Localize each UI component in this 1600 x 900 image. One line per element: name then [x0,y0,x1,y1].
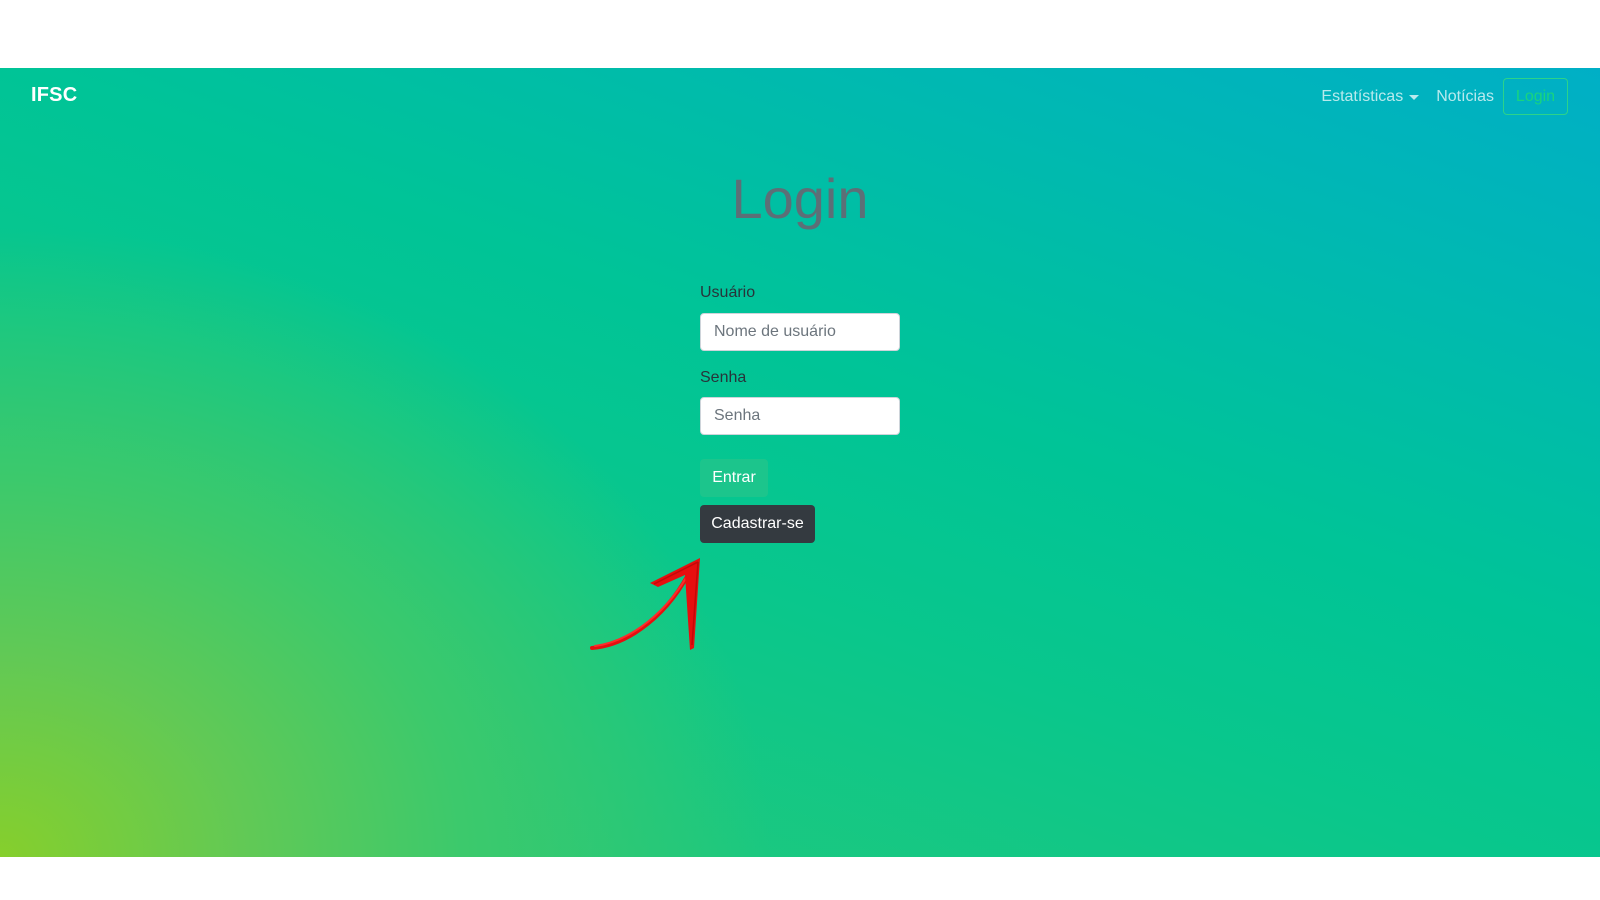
navbar: IFSC Estatísticas Notícias Login [0,68,1600,126]
nav-dropdown-estatisticas[interactable]: Estatísticas [1321,87,1420,106]
password-label: Senha [700,369,747,386]
nav-link-noticias[interactable]: Notícias [1436,88,1494,106]
caret-down-icon [1409,95,1420,100]
page-background: IFSC Estatísticas Notícias Login Login U… [0,68,1600,857]
red-arrow-icon [590,558,700,650]
register-button[interactable]: Cadastrar-se [700,505,815,543]
nav-login-button[interactable]: Login [1503,78,1568,115]
page-title: Login [731,167,869,230]
submit-button[interactable]: Entrar [700,459,768,497]
password-input[interactable] [700,397,900,435]
username-label: Usuário [700,284,756,301]
username-input[interactable] [700,313,900,351]
nav-dropdown-label: Estatísticas [1321,87,1404,105]
brand-logo[interactable]: IFSC [31,84,77,107]
nav-menu: Estatísticas Notícias Login [1321,78,1568,115]
